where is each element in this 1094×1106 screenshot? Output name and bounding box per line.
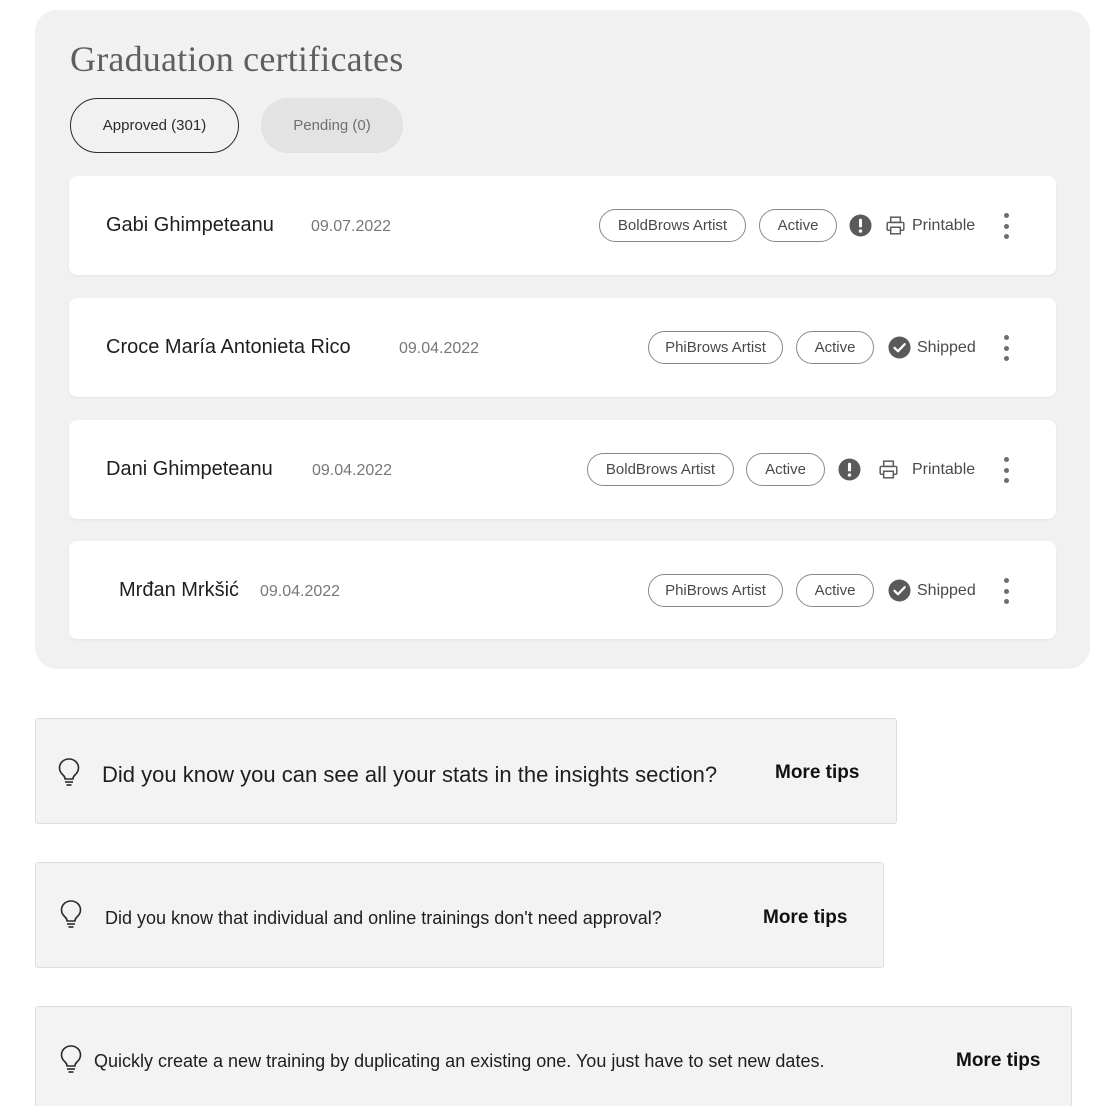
certificate-row[interactable]: Gabi Ghimpeteanu 09.07.2022 BoldBrows Ar… — [69, 176, 1056, 275]
tab-pending[interactable]: Pending (0) — [261, 98, 403, 153]
certificate-name: Mrđan Mrkšić — [119, 579, 240, 601]
certificate-row[interactable]: Croce María Antonieta Rico 09.04.2022 Ph… — [69, 298, 1056, 397]
certificate-name: Gabi Ghimpeteanu — [106, 214, 274, 236]
certificate-row[interactable]: Dani Ghimpeteanu 09.04.2022 BoldBrows Ar… — [69, 420, 1056, 519]
tip-text: Did you know that individual and online … — [105, 908, 662, 928]
more-options-icon[interactable] — [996, 456, 1016, 484]
tip-card: Did you know you can see all your stats … — [35, 718, 897, 824]
more-options-icon[interactable] — [996, 334, 1016, 362]
certificate-date: 09.04.2022 — [399, 340, 480, 357]
certificate-name: Croce María Antonieta Rico — [106, 336, 351, 358]
delivery-status: Shipped — [917, 582, 976, 599]
certificate-row[interactable]: Mrđan Mrkšić 09.04.2022 PhiBrows Artist … — [69, 541, 1056, 639]
lightbulb-icon — [60, 1045, 82, 1073]
status-badge: Active — [759, 209, 837, 242]
more-tips-link[interactable]: More tips — [763, 907, 847, 929]
certificate-date: 09.07.2022 — [311, 218, 392, 235]
tip-card: Quickly create a new training by duplica… — [35, 1006, 1072, 1106]
lightbulb-icon — [60, 900, 82, 928]
program-badge: BoldBrows Artist — [587, 453, 734, 486]
more-options-icon[interactable] — [996, 577, 1016, 605]
program-badge: PhiBrows Artist — [648, 331, 783, 364]
delivery-status: Printable — [912, 217, 976, 234]
check-icon — [888, 579, 911, 602]
tip-text: Did you know you can see all your stats … — [102, 762, 718, 787]
program-badge: BoldBrows Artist — [599, 209, 746, 242]
printer-icon — [886, 216, 905, 235]
status-badge: Active — [796, 331, 874, 364]
delivery-status: Printable — [912, 461, 976, 478]
tab-approved[interactable]: Approved (301) — [70, 98, 239, 153]
certificate-date: 09.04.2022 — [260, 583, 341, 600]
alert-icon[interactable] — [849, 214, 872, 237]
certificate-name: Dani Ghimpeteanu — [106, 458, 273, 480]
printer-icon — [879, 460, 898, 479]
tip-text: Quickly create a new training by duplica… — [94, 1051, 825, 1071]
panel-title: Graduation certificates — [70, 39, 404, 79]
status-badge: Active — [796, 574, 874, 607]
alert-icon[interactable] — [838, 458, 861, 481]
delivery-status: Shipped — [917, 339, 976, 356]
certificate-date: 09.04.2022 — [312, 462, 393, 479]
tip-card: Did you know that individual and online … — [35, 862, 884, 968]
more-options-icon[interactable] — [996, 212, 1016, 240]
more-tips-link[interactable]: More tips — [775, 762, 859, 784]
graduation-certificates-panel: Graduation certificates Approved (301) P… — [35, 10, 1090, 669]
program-badge: PhiBrows Artist — [648, 574, 783, 607]
lightbulb-icon — [58, 758, 80, 786]
status-badge: Active — [746, 453, 825, 486]
check-icon — [888, 336, 911, 359]
more-tips-link[interactable]: More tips — [956, 1050, 1040, 1072]
